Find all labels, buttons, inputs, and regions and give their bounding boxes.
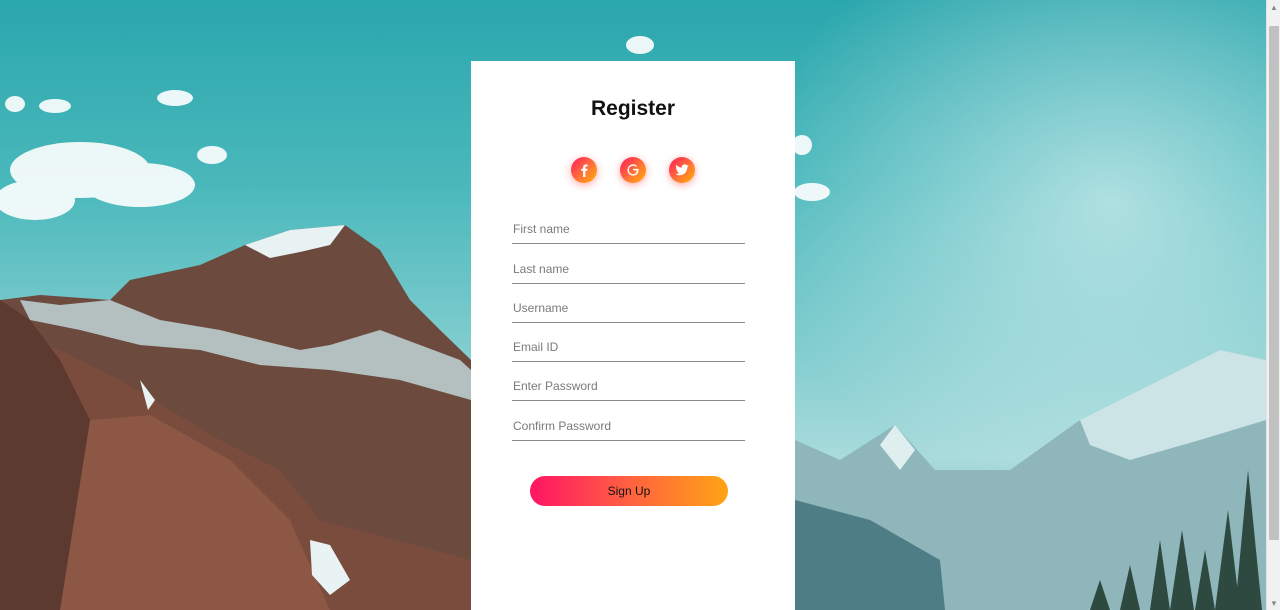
facebook-icon xyxy=(578,163,590,177)
confirm-password-input[interactable] xyxy=(512,411,745,441)
register-card: Register Sig xyxy=(471,61,795,610)
email-input[interactable] xyxy=(512,332,745,362)
google-login-button[interactable] xyxy=(620,157,646,183)
twitter-icon xyxy=(675,164,689,176)
page-scrollbar[interactable]: ▲ ▼ xyxy=(1266,0,1280,610)
sign-up-button[interactable]: Sign Up xyxy=(530,476,728,506)
social-login-group xyxy=(571,157,695,185)
password-input[interactable] xyxy=(512,371,745,401)
username-input[interactable] xyxy=(512,293,745,323)
scroll-down-arrow-icon[interactable]: ▼ xyxy=(1267,596,1280,610)
scroll-up-arrow-icon[interactable]: ▲ xyxy=(1267,0,1280,14)
facebook-login-button[interactable] xyxy=(571,157,597,183)
twitter-login-button[interactable] xyxy=(669,157,695,183)
first-name-input[interactable] xyxy=(512,214,745,244)
page-title: Register xyxy=(590,97,676,120)
scrollbar-thumb[interactable] xyxy=(1269,26,1279,540)
last-name-input[interactable] xyxy=(512,254,745,284)
google-icon xyxy=(626,163,640,177)
